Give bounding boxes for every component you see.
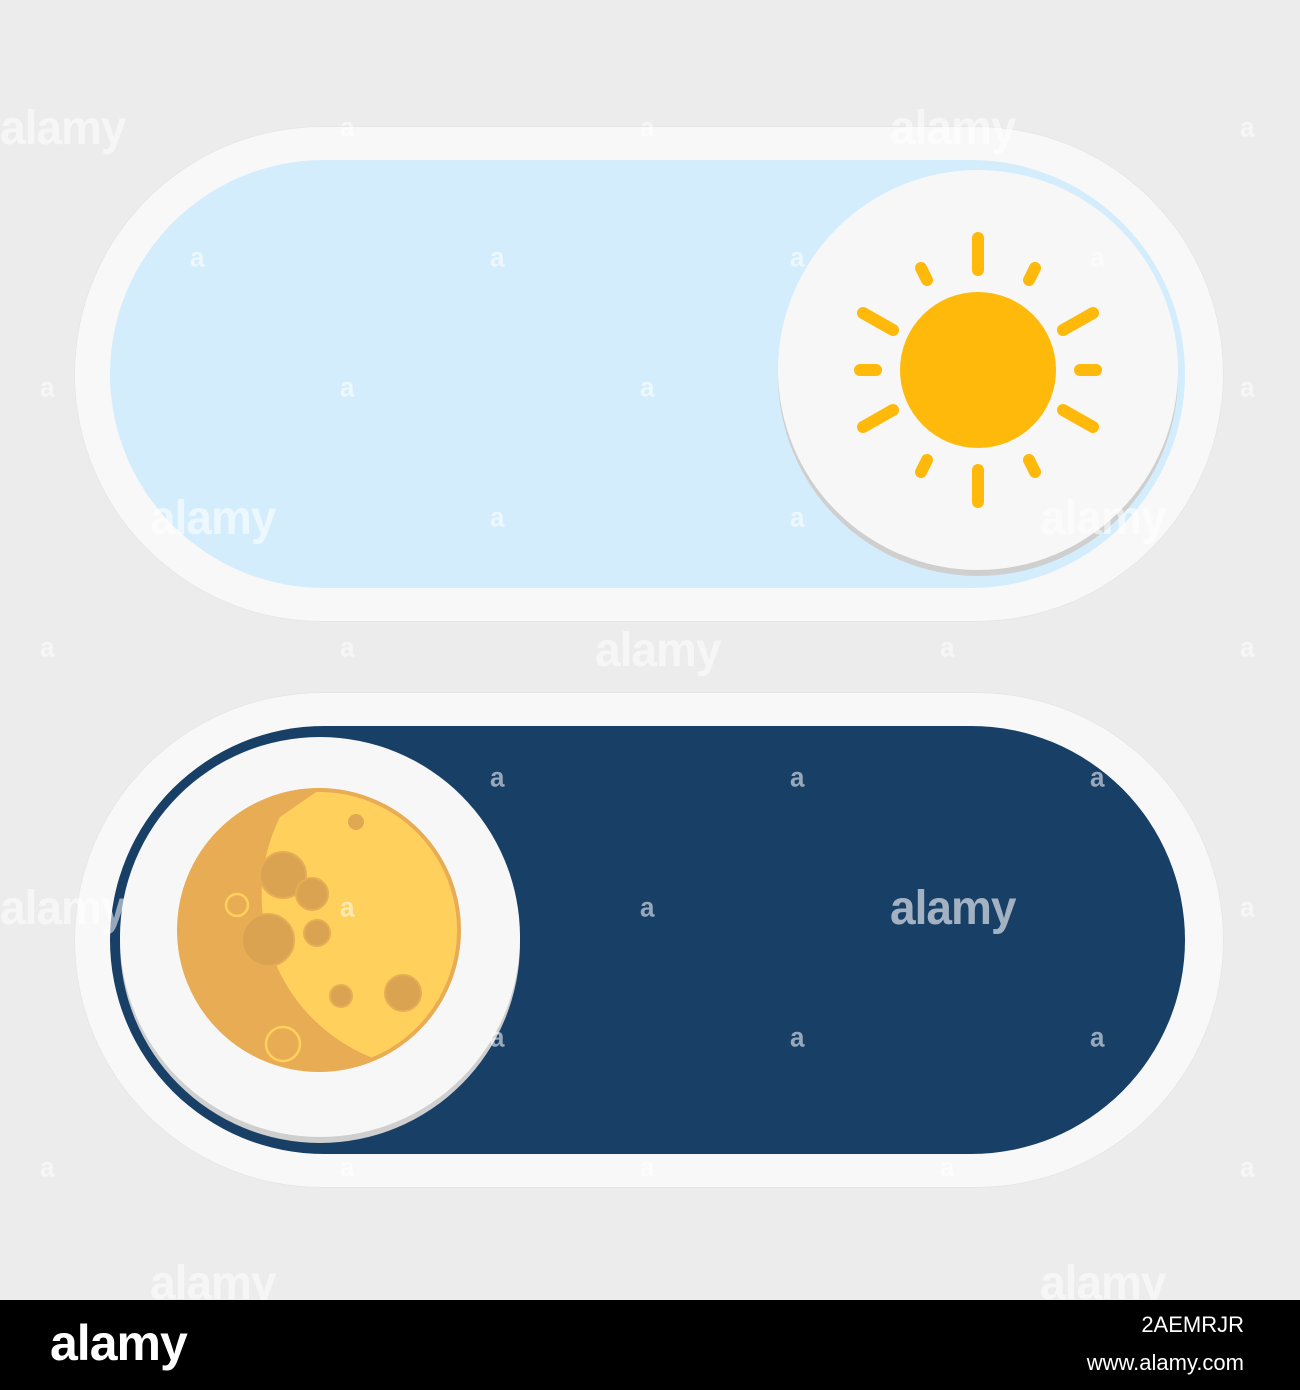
watermark-letter: a: [40, 631, 55, 663]
watermark-text: alamy: [1040, 1254, 1166, 1300]
canvas: alamy alamy alamy alamy alamy alamy alam…: [0, 0, 1300, 1300]
watermark-letter: a: [1240, 1151, 1255, 1183]
stock-logo[interactable]: alamy: [50, 1314, 188, 1372]
watermark-letter: a: [1240, 891, 1255, 923]
watermark-letter: a: [1240, 631, 1255, 663]
watermark-letter: a: [940, 631, 955, 663]
night-toggle-knob[interactable]: [120, 737, 520, 1137]
watermark-letter: a: [1240, 371, 1255, 403]
day-toggle-knob[interactable]: [778, 170, 1178, 570]
watermark-letter: a: [340, 631, 355, 663]
moon-icon: [177, 788, 461, 1072]
watermark-letter: a: [40, 371, 55, 403]
watermark-text: alamy: [595, 621, 721, 677]
watermark-letter: a: [1240, 111, 1255, 143]
stock-url[interactable]: www.alamy.com: [1087, 1350, 1244, 1376]
watermark-text: alamy: [0, 99, 126, 155]
watermark-letter: a: [40, 1151, 55, 1183]
stock-image-id: 2AEMRJR: [1141, 1312, 1244, 1337]
sun-icon: [854, 232, 1102, 508]
watermark-text: alamy: [150, 1254, 276, 1300]
stock-bar: alamy 2AEMRJR www.alamy.com: [0, 1300, 1300, 1390]
